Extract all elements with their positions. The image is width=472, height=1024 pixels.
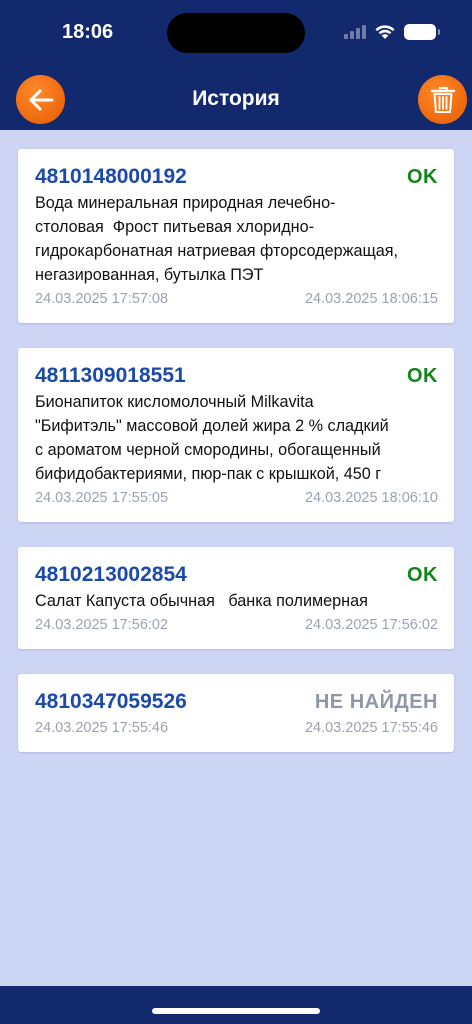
item-barcode: 4810213002854: [35, 563, 187, 586]
signal-icon: [344, 25, 366, 39]
clear-history-button[interactable]: [418, 75, 467, 124]
item-scan-date: 24.03.2025 17:55:05: [35, 490, 169, 506]
status-time: 18:06: [62, 21, 114, 43]
item-description: Салат Капуста обычная банка полимерная: [35, 592, 368, 610]
history-item[interactable]: 4811309018551 OK Бионапиток кисломолочны…: [18, 348, 454, 522]
item-update-date: 24.03.2025 17:56:02: [304, 617, 438, 633]
dynamic-island: [167, 13, 305, 53]
history-item[interactable]: 4810213002854 OK Салат Капуста обычная б…: [18, 547, 454, 649]
item-update-date: 24.03.2025 18:06:10: [304, 490, 438, 506]
item-scan-date: 24.03.2025 17:56:02: [35, 617, 169, 633]
item-status: OK: [407, 564, 438, 586]
item-status: OK: [407, 166, 438, 188]
item-description: Вода минеральная природная лечебно- стол…: [35, 194, 399, 284]
wifi-icon: [375, 25, 395, 39]
top-bar: 18:06 История: [0, 0, 472, 130]
battery-icon: [404, 24, 440, 40]
item-update-date: 24.03.2025 17:55:46: [304, 720, 438, 736]
item-update-date: 24.03.2025 18:06:15: [304, 291, 438, 307]
item-status: OK: [407, 365, 438, 387]
status-icons: [344, 22, 440, 42]
history-item[interactable]: 4810148000192 OK Вода минеральная природ…: [18, 149, 454, 323]
item-barcode: 4810347059526: [35, 690, 187, 713]
page-title: История: [192, 87, 280, 110]
item-barcode: 4810148000192: [35, 165, 187, 188]
home-indicator[interactable]: [152, 1008, 320, 1014]
trash-icon: [430, 86, 455, 113]
item-scan-date: 24.03.2025 17:55:46: [35, 720, 169, 736]
history-list: 4810148000192 OK Вода минеральная природ…: [18, 149, 454, 777]
item-scan-date: 24.03.2025 17:57:08: [35, 291, 169, 307]
history-item[interactable]: 4810347059526 НЕ НАЙДЕН 24.03.2025 17:55…: [18, 674, 454, 752]
item-description: Бионапиток кисломолочный Milkavita "Бифи…: [35, 393, 389, 483]
bottom-bar: [0, 986, 472, 1024]
item-status: НЕ НАЙДЕН: [314, 691, 438, 713]
item-barcode: 4811309018551: [35, 364, 186, 387]
